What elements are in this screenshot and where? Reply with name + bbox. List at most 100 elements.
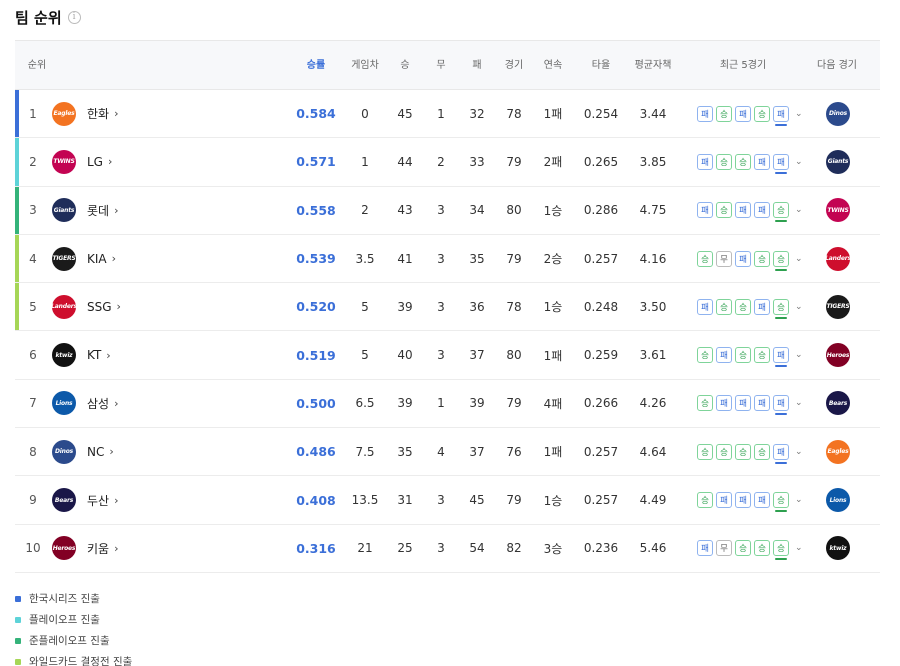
next-opponent[interactable]: TIGERS <box>821 283 855 330</box>
chevron-down-icon[interactable]: ⌄ <box>795 254 803 264</box>
next-opponent-logo-icon: Landers <box>826 246 850 271</box>
table-row[interactable]: 4 TIGERS KIA › 0.539 3.5 41 3 35 79 2승 0.257 4.16 승 무 패… <box>15 234 880 284</box>
team-name-link[interactable]: SSG › <box>87 283 121 330</box>
team-name-link[interactable]: KIA › <box>87 235 116 282</box>
chevron-down-icon[interactable]: ⌄ <box>795 109 803 119</box>
next-opponent[interactable]: Lions <box>821 476 855 523</box>
team-name-link[interactable]: 키움 › <box>87 525 119 572</box>
recent-result-chip: 패 <box>735 105 751 122</box>
draws-cell: 3 <box>437 541 445 556</box>
recent-result-chip: 승 <box>735 540 751 557</box>
table-row[interactable]: 6 ktwiz KT › 0.519 5 40 3 37 80 1패 0.259 3.61 승 패 승 승 패 ⌄ H… <box>15 331 880 380</box>
next-opponent-logo-icon: TWINS <box>826 198 850 223</box>
table-row[interactable]: 1 Eagles 한화 › 0.584 0 45 1 32 78 1패 0.254 3.44 패 승 패 승 패 ⌄… <box>15 90 880 139</box>
recent-result-chip: 승 <box>735 298 751 315</box>
chevron-down-icon[interactable]: ⌄ <box>795 205 803 215</box>
chevron-down-icon[interactable]: ⌄ <box>795 302 803 312</box>
recent-result-chip: 패 <box>773 443 789 464</box>
recent-games: 패 승 패 승 패 ⌄ <box>697 90 803 137</box>
chevron-down-icon[interactable]: ⌄ <box>795 495 803 505</box>
rank-cell: 6 <box>29 348 37 363</box>
wins-cell: 35 <box>397 444 413 459</box>
team-logo-icon: Giants <box>52 198 76 223</box>
next-opponent[interactable]: ktwiz <box>821 525 855 572</box>
games-cell: 80 <box>506 348 522 363</box>
team-name: KIA <box>87 251 107 266</box>
chevron-right-icon: › <box>114 541 119 555</box>
team-name-link[interactable]: NC › <box>87 428 114 475</box>
chevron-down-icon[interactable]: ⌄ <box>795 350 803 360</box>
header-next-game: 다음 경기 <box>817 60 857 71</box>
header-batting-avg[interactable]: 타율 <box>583 41 619 90</box>
header-draws[interactable]: 무 <box>431 41 451 90</box>
header-rank[interactable]: 순위 <box>21 41 53 90</box>
next-opponent[interactable]: Heroes <box>821 331 855 378</box>
team-name-link[interactable]: 두산 › <box>87 476 119 523</box>
table-row[interactable]: 7 Lions 삼성 › 0.500 6.5 39 1 39 79 4패 0.266 4.26 승 패 패 패 패… <box>15 380 880 429</box>
losses-cell: 37 <box>469 348 485 363</box>
next-opponent[interactable]: Landers <box>821 235 855 282</box>
era-cell: 3.50 <box>639 299 667 314</box>
draws-cell: 1 <box>437 396 445 411</box>
games-cell: 76 <box>506 444 522 459</box>
win-pct-cell: 0.571 <box>296 154 336 170</box>
chevron-right-icon: › <box>106 348 111 362</box>
batting-avg-cell: 0.286 <box>583 203 619 218</box>
team-name-link[interactable]: 한화 › <box>87 90 119 137</box>
table-row[interactable]: 8 Dinos NC › 0.486 7.5 35 4 37 76 1패 0.257 4.64 승 승 승 승 패… <box>15 428 880 477</box>
streak-cell: 1승 <box>543 203 563 218</box>
recent-games: 승 승 승 승 패 ⌄ <box>697 428 803 475</box>
header-games-behind[interactable]: 게임차 <box>345 41 385 90</box>
table-row[interactable]: 10 Heroes 키움 › 0.316 21 25 3 54 82 3승 0.236 5.46 패 무 승 승… <box>15 525 880 573</box>
batting-avg-cell: 0.254 <box>583 106 619 121</box>
postseason-zone-bar <box>15 234 19 283</box>
chevron-down-icon[interactable]: ⌄ <box>795 157 803 167</box>
recent-result-chip: 승 <box>716 105 732 122</box>
header-win-pct[interactable]: 승률 <box>299 41 333 90</box>
next-opponent[interactable]: Bears <box>821 380 855 427</box>
team-logo: TWINS <box>51 138 77 185</box>
recent-result-chip: 패 <box>754 492 770 509</box>
header-games[interactable]: 경기 <box>500 41 528 90</box>
team-name-link[interactable]: 삼성 › <box>87 380 119 427</box>
rank-cell: 10 <box>25 541 41 556</box>
draws-cell: 2 <box>437 154 445 169</box>
header-wins[interactable]: 승 <box>395 41 415 90</box>
next-opponent[interactable]: Eagles <box>821 428 855 475</box>
chevron-right-icon: › <box>111 252 117 266</box>
team-logo-icon: TIGERS <box>52 246 76 271</box>
chevron-down-icon[interactable]: ⌄ <box>795 398 803 408</box>
next-opponent[interactable]: Dinos <box>821 90 855 137</box>
table-row[interactable]: 5 Landers SSG › 0.520 5 39 3 36 78 1승 0.248 3.50 패 승 승 패… <box>15 283 880 332</box>
next-opponent[interactable]: Giants <box>821 138 855 185</box>
team-logo-icon: Dinos <box>52 439 76 464</box>
table-row[interactable]: 3 Giants 롯데 › 0.558 2 43 3 34 80 1승 0.286 4.75 패 승 패 패 승 ⌄… <box>15 186 880 235</box>
legend-color-swatch <box>15 658 21 665</box>
next-opponent[interactable]: TWINS <box>821 187 855 234</box>
losses-cell: 34 <box>469 203 485 218</box>
next-opponent-logo-icon: Giants <box>826 149 850 174</box>
table-row[interactable]: 2 TWINS LG › 0.571 1 44 2 33 79 2패 0.265 3.85 패 승 승 패 패 ⌄ G… <box>15 138 880 187</box>
header-streak[interactable]: 연속 <box>537 41 569 90</box>
legend-label: 준플레이오프 진출 <box>29 635 110 647</box>
info-icon[interactable]: i <box>67 10 81 24</box>
games-behind-cell: 2 <box>361 203 369 218</box>
recent-result-chip: 승 <box>773 250 789 271</box>
chevron-down-icon[interactable]: ⌄ <box>795 543 803 553</box>
recent-result-chip: 패 <box>697 298 713 315</box>
header-losses[interactable]: 패 <box>467 41 487 90</box>
team-name-link[interactable]: LG › <box>87 138 112 185</box>
recent-result-chip: 승 <box>735 347 751 364</box>
team-name: 롯데 <box>87 203 110 218</box>
legend-color-swatch <box>15 637 21 644</box>
team-name: 두산 <box>87 493 110 508</box>
win-pct-cell: 0.558 <box>296 202 336 218</box>
table-body: 1 Eagles 한화 › 0.584 0 45 1 32 78 1패 0.254 3.44 패 승 패 승 패 ⌄… <box>15 90 880 573</box>
team-name-link[interactable]: KT › <box>87 331 111 378</box>
header-era[interactable]: 평균자책 <box>625 41 681 90</box>
team-logo: TIGERS <box>51 235 77 282</box>
legend: 한국시리즈 진출 플레이오프 진출 준플레이오프 진출 와일드카드 결정전 진출 <box>15 588 132 666</box>
team-name-link[interactable]: 롯데 › <box>87 187 119 234</box>
table-row[interactable]: 9 Bears 두산 › 0.408 13.5 31 3 45 79 1승 0.257 4.49 승 패 패 패… <box>15 476 880 525</box>
chevron-down-icon[interactable]: ⌄ <box>795 447 803 457</box>
